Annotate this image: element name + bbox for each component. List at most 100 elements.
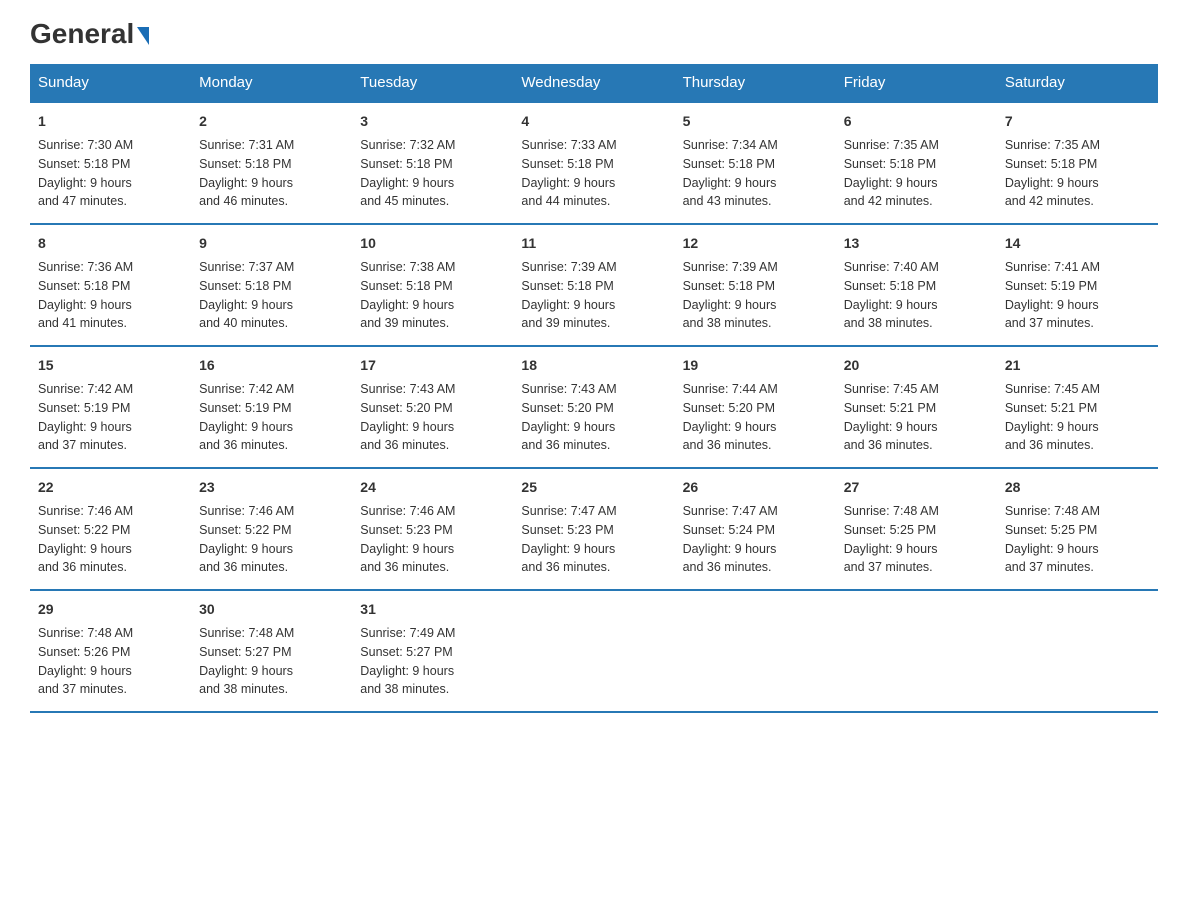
daylight-info-line1: Daylight: 9 hours [844, 298, 938, 312]
day-number: 8 [38, 233, 183, 254]
logo-text-line1: General [30, 20, 149, 48]
day-number: 24 [360, 477, 505, 498]
sunrise-info: Sunrise: 7:48 AM [844, 504, 939, 518]
daylight-info-line1: Daylight: 9 hours [199, 542, 293, 556]
sunrise-info: Sunrise: 7:46 AM [38, 504, 133, 518]
calendar-cell: 3Sunrise: 7:32 AMSunset: 5:18 PMDaylight… [352, 102, 513, 224]
calendar-cell: 31Sunrise: 7:49 AMSunset: 5:27 PMDayligh… [352, 590, 513, 712]
day-number: 23 [199, 477, 344, 498]
sunrise-info: Sunrise: 7:44 AM [683, 382, 778, 396]
daylight-info-line2: and 36 minutes. [1005, 438, 1094, 452]
calendar-cell [997, 590, 1158, 712]
sunrise-info: Sunrise: 7:36 AM [38, 260, 133, 274]
daylight-info-line2: and 38 minutes. [360, 682, 449, 696]
daylight-info-line2: and 36 minutes. [844, 438, 933, 452]
daylight-info-line1: Daylight: 9 hours [360, 298, 454, 312]
calendar-cell: 25Sunrise: 7:47 AMSunset: 5:23 PMDayligh… [513, 468, 674, 590]
daylight-info-line1: Daylight: 9 hours [844, 420, 938, 434]
daylight-info-line1: Daylight: 9 hours [521, 298, 615, 312]
sunrise-info: Sunrise: 7:37 AM [199, 260, 294, 274]
daylight-info-line2: and 38 minutes. [844, 316, 933, 330]
header-day-sunday: Sunday [30, 64, 191, 102]
calendar-cell: 30Sunrise: 7:48 AMSunset: 5:27 PMDayligh… [191, 590, 352, 712]
daylight-info-line2: and 41 minutes. [38, 316, 127, 330]
sunset-info: Sunset: 5:24 PM [683, 523, 775, 537]
sunrise-info: Sunrise: 7:31 AM [199, 138, 294, 152]
daylight-info-line2: and 40 minutes. [199, 316, 288, 330]
daylight-info-line2: and 39 minutes. [521, 316, 610, 330]
day-number: 7 [1005, 111, 1150, 132]
sunrise-info: Sunrise: 7:30 AM [38, 138, 133, 152]
sunset-info: Sunset: 5:23 PM [521, 523, 613, 537]
daylight-info-line1: Daylight: 9 hours [683, 298, 777, 312]
daylight-info-line2: and 47 minutes. [38, 194, 127, 208]
daylight-info-line1: Daylight: 9 hours [38, 298, 132, 312]
sunrise-info: Sunrise: 7:48 AM [199, 626, 294, 640]
sunset-info: Sunset: 5:18 PM [199, 157, 291, 171]
daylight-info-line2: and 39 minutes. [360, 316, 449, 330]
sunset-info: Sunset: 5:18 PM [683, 157, 775, 171]
daylight-info-line1: Daylight: 9 hours [521, 420, 615, 434]
day-number: 21 [1005, 355, 1150, 376]
daylight-info-line1: Daylight: 9 hours [360, 542, 454, 556]
daylight-info-line1: Daylight: 9 hours [683, 176, 777, 190]
day-number: 3 [360, 111, 505, 132]
day-number: 16 [199, 355, 344, 376]
day-number: 6 [844, 111, 989, 132]
day-number: 29 [38, 599, 183, 620]
day-number: 28 [1005, 477, 1150, 498]
daylight-info-line2: and 36 minutes. [360, 438, 449, 452]
calendar-cell: 26Sunrise: 7:47 AMSunset: 5:24 PMDayligh… [675, 468, 836, 590]
calendar-cell: 12Sunrise: 7:39 AMSunset: 5:18 PMDayligh… [675, 224, 836, 346]
sunset-info: Sunset: 5:21 PM [1005, 401, 1097, 415]
day-number: 26 [683, 477, 828, 498]
header-day-tuesday: Tuesday [352, 64, 513, 102]
calendar-cell: 28Sunrise: 7:48 AMSunset: 5:25 PMDayligh… [997, 468, 1158, 590]
calendar-cell [513, 590, 674, 712]
daylight-info-line1: Daylight: 9 hours [844, 542, 938, 556]
calendar-cell: 8Sunrise: 7:36 AMSunset: 5:18 PMDaylight… [30, 224, 191, 346]
sunset-info: Sunset: 5:22 PM [199, 523, 291, 537]
calendar-cell: 27Sunrise: 7:48 AMSunset: 5:25 PMDayligh… [836, 468, 997, 590]
sunrise-info: Sunrise: 7:35 AM [1005, 138, 1100, 152]
logo: General [30, 20, 149, 44]
daylight-info-line1: Daylight: 9 hours [38, 664, 132, 678]
sunset-info: Sunset: 5:25 PM [844, 523, 936, 537]
sunset-info: Sunset: 5:18 PM [844, 279, 936, 293]
sunrise-info: Sunrise: 7:38 AM [360, 260, 455, 274]
sunrise-info: Sunrise: 7:39 AM [683, 260, 778, 274]
daylight-info-line1: Daylight: 9 hours [360, 176, 454, 190]
week-row-3: 15Sunrise: 7:42 AMSunset: 5:19 PMDayligh… [30, 346, 1158, 468]
header-day-saturday: Saturday [997, 64, 1158, 102]
sunset-info: Sunset: 5:19 PM [38, 401, 130, 415]
sunrise-info: Sunrise: 7:32 AM [360, 138, 455, 152]
daylight-info-line1: Daylight: 9 hours [1005, 542, 1099, 556]
sunset-info: Sunset: 5:25 PM [1005, 523, 1097, 537]
daylight-info-line2: and 42 minutes. [1005, 194, 1094, 208]
calendar-header: SundayMondayTuesdayWednesdayThursdayFrid… [30, 64, 1158, 102]
header-day-thursday: Thursday [675, 64, 836, 102]
week-row-2: 8 Sunrise: 7:36 AM Sunset: 5:18 PM Daylight… [30, 224, 1158, 346]
calendar-cell [675, 590, 836, 712]
sunset-info: Sunset: 5:18 PM [844, 157, 936, 171]
week-row-5: 29Sunrise: 7:48 AMSunset: 5:26 PMDayligh… [30, 590, 1158, 712]
header-row: SundayMondayTuesdayWednesdayThursdayFrid… [30, 64, 1158, 102]
daylight-info-line2: and 37 minutes. [38, 438, 127, 452]
calendar-cell: 7Sunrise: 7:35 AMSunset: 5:18 PMDaylight… [997, 102, 1158, 224]
sunrise-info: Sunrise: 7:45 AM [1005, 382, 1100, 396]
day-number: 20 [844, 355, 989, 376]
daylight-info-line2: and 37 minutes. [1005, 560, 1094, 574]
sunset-info: Sunset: 5:18 PM [199, 279, 291, 293]
calendar-cell: 11Sunrise: 7:39 AMSunset: 5:18 PMDayligh… [513, 224, 674, 346]
calendar-cell: 6Sunrise: 7:35 AMSunset: 5:18 PMDaylight… [836, 102, 997, 224]
daylight-info-line1: Daylight: 9 hours [1005, 298, 1099, 312]
day-number: 14 [1005, 233, 1150, 254]
calendar-cell: 10Sunrise: 7:38 AMSunset: 5:18 PMDayligh… [352, 224, 513, 346]
daylight-info-line1: Daylight: 9 hours [38, 542, 132, 556]
calendar-cell: 2Sunrise: 7:31 AMSunset: 5:18 PMDaylight… [191, 102, 352, 224]
day-number: 18 [521, 355, 666, 376]
daylight-info-line2: and 36 minutes. [683, 438, 772, 452]
day-number: 19 [683, 355, 828, 376]
daylight-info-line1: Daylight: 9 hours [38, 176, 132, 190]
daylight-info-line1: Daylight: 9 hours [521, 542, 615, 556]
